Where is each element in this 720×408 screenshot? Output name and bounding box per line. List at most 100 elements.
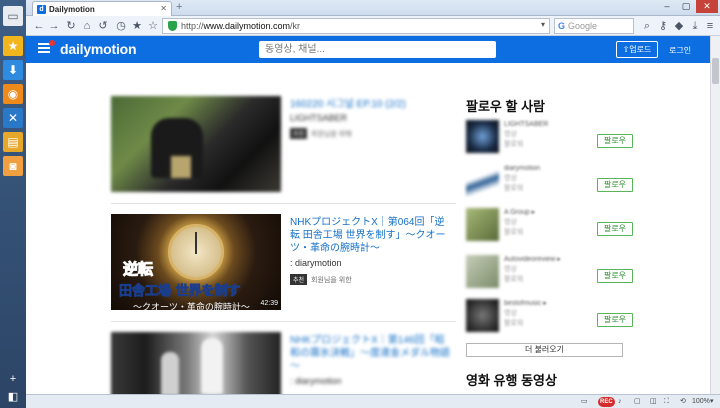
tile-icon[interactable]: ◫ (650, 397, 657, 407)
new-tab-icon[interactable]: + (176, 1, 182, 13)
download-icon[interactable]: ⬇ (3, 60, 23, 80)
load-more-button[interactable]: 더 불러오기 (466, 343, 623, 357)
home-icon[interactable]: ⌂ (80, 19, 94, 33)
search-go-icon[interactable]: ⌕ (640, 19, 654, 33)
forward-icon[interactable]: → (47, 19, 61, 33)
web-page: dailymotion ⇧업로드 로그인 160220 시그널 EP.10 (2… (26, 36, 710, 394)
thumbnail-big-text: 逆転 (122, 260, 154, 279)
follow-meta: Autovideoreview ▸ 영상 팔로워 (504, 256, 561, 283)
site-search-input[interactable] (259, 41, 496, 58)
address-bar[interactable]: http:// www.dailymotion.com /kr ▾ (162, 18, 550, 34)
video-item[interactable]: 160220 시그널 EP.10 (2/2) LIGHTSABER 추천 회원님을… (111, 96, 456, 192)
video-tag: 추천 회원님을 위해 (290, 128, 352, 139)
divider (111, 321, 456, 322)
recommend-chip: 추천 (290, 128, 308, 139)
add-panel-icon[interactable]: + (5, 372, 21, 386)
bookmark-star-icon[interactable]: ★ (130, 19, 144, 33)
thumbnail-figure (201, 338, 223, 394)
bookmark-add-icon[interactable]: ☆ (146, 19, 160, 33)
video-channel[interactable]: : diarymotion (290, 258, 342, 268)
tools-icon[interactable]: ✕ (3, 108, 23, 128)
back-icon[interactable]: ← (32, 19, 46, 33)
close-window-icon[interactable]: ✕ (696, 0, 718, 13)
speaker-icon[interactable]: ♪ (618, 397, 622, 407)
video-thumbnail[interactable] (111, 332, 281, 394)
follow-section-title: 팔로우 할 사람 (466, 99, 545, 114)
google-icon: G (558, 21, 566, 31)
avatar[interactable] (466, 164, 499, 197)
video-title[interactable]: 160220 시그널 EP.10 (2/2) (290, 98, 450, 111)
watch-hand (195, 232, 197, 254)
follow-button[interactable]: 팔로우 (597, 269, 633, 283)
reload-icon[interactable]: ↻ (64, 19, 78, 33)
follow-button[interactable]: 팔로우 (597, 222, 633, 236)
app-dock: ▭ ★ ⬇ ◉ ✕ ▤ ◙ + ◧ (0, 0, 26, 408)
follow-button[interactable]: 팔로우 (597, 178, 633, 192)
browser-search-placeholder: Google (568, 21, 598, 31)
thumbnail-cup (171, 156, 191, 178)
thumbnail-sub-text: ～クオーツ・革命の腕時計～ (133, 302, 250, 310)
tab-dailymotion[interactable]: d Dailymotion ✕ (32, 1, 172, 16)
avatar[interactable] (466, 208, 499, 241)
zoom-reset-icon[interactable]: ⟲ (680, 397, 686, 407)
undo-icon[interactable]: ↺ (96, 19, 110, 33)
tab-title: Dailymotion (49, 4, 95, 14)
avatar[interactable] (466, 255, 499, 288)
tab-close-icon[interactable]: ✕ (160, 4, 167, 13)
video-thumbnail[interactable] (111, 96, 281, 192)
follow-meta: diarymotion 영상 팔로워 (504, 165, 541, 192)
maximize-icon[interactable]: ▢ (677, 0, 695, 13)
title-bar: d Dailymotion ✕ + – ▢ ✕ (26, 0, 720, 16)
upload-button[interactable]: ⇧업로드 (616, 41, 658, 58)
menu-icon[interactable]: ≡ (703, 19, 717, 33)
monitor-icon[interactable]: ▭ (581, 397, 588, 407)
zoom-level[interactable]: 100% (692, 397, 710, 407)
url-dropdown-icon[interactable]: ▾ (541, 20, 545, 29)
video-channel[interactable]: : diarymotion (290, 376, 342, 386)
follow-meta: LIGHTSABER 영상 팔로워 (504, 121, 549, 148)
minimize-icon[interactable]: – (658, 0, 676, 13)
dailymotion-favicon-icon: d (37, 4, 46, 14)
dailymotion-logo[interactable]: dailymotion (60, 41, 137, 57)
video-channel[interactable]: LIGHTSABER (290, 113, 347, 123)
url-prefix: http:// (181, 21, 204, 31)
recording-badge[interactable]: REC (598, 397, 615, 407)
video-title[interactable]: NHKプロジェクトX｜第146回「昭和の霧氷決戦」～度達金メダル物語～ (290, 334, 450, 373)
rss-icon[interactable]: ◉ (3, 84, 23, 104)
fullscreen-icon[interactable]: ⛶ (664, 397, 669, 407)
video-thumbnail[interactable]: 逆転 田舎工場 世界を制す ～クオーツ・革命の腕時計～ 42:39 (111, 214, 281, 310)
panel-toggle-icon[interactable]: ◧ (5, 390, 21, 404)
dailymotion-header: dailymotion ⇧업로드 로그인 (26, 36, 710, 63)
follow-button[interactable]: 팔로우 (597, 313, 633, 327)
video-tag-text: 회원님을 위한 (311, 276, 352, 284)
zoom-dropdown-icon[interactable]: ▾ (710, 397, 714, 407)
trending-section-title: 영화 유행 동영상 (466, 373, 557, 388)
video-item[interactable]: NHKプロジェクトX｜第146回「昭和の霧氷決戦」～度達金メダル物語～ : di… (111, 332, 456, 394)
browser-search-input[interactable]: G Google (554, 18, 634, 34)
scrollbar-thumb[interactable] (712, 58, 719, 84)
video-item[interactable]: 逆転 田舎工場 世界を制す ～クオーツ・革命の腕時計～ 42:39 NHKプロジ… (111, 214, 456, 310)
avatar[interactable] (466, 299, 499, 332)
window-icon[interactable]: ▭ (3, 6, 23, 26)
follow-button[interactable]: 팔로우 (597, 134, 633, 148)
download-manager-icon[interactable]: ⤓ (688, 19, 702, 33)
history-icon[interactable]: ◷ (114, 19, 128, 33)
video-title[interactable]: NHKプロジェクトX｜第064回「逆転 田舎工場 世界を制す」～クオーツ・革命の… (290, 216, 450, 255)
notification-dot (49, 40, 55, 46)
follow-suggestion: A Group ▸ 영상 팔로워 팔로우 (466, 208, 634, 252)
login-link[interactable]: 로그인 (669, 45, 691, 56)
thumbnail-figure (161, 352, 179, 394)
thumbnail-headline-text: 田舎工場 世界を制す (119, 284, 241, 300)
follow-meta: bestofmusic ▸ 영상 팔로워 (504, 300, 547, 327)
follow-suggestion: LIGHTSABER 영상 팔로워 팔로우 (466, 120, 634, 164)
key-icon[interactable]: ⚷ (656, 19, 670, 33)
extension-icon[interactable]: ◆ (672, 19, 686, 33)
camera-icon[interactable]: ◙ (3, 156, 23, 176)
page-scrollbar[interactable] (710, 36, 720, 394)
hamburger-menu-icon[interactable] (38, 40, 55, 53)
url-path: /kr (290, 21, 301, 31)
notes-icon[interactable]: ▤ (3, 132, 23, 152)
star-icon[interactable]: ★ (3, 36, 23, 56)
avatar[interactable] (466, 120, 499, 153)
window-layout-icon[interactable]: ▢ (634, 397, 641, 407)
